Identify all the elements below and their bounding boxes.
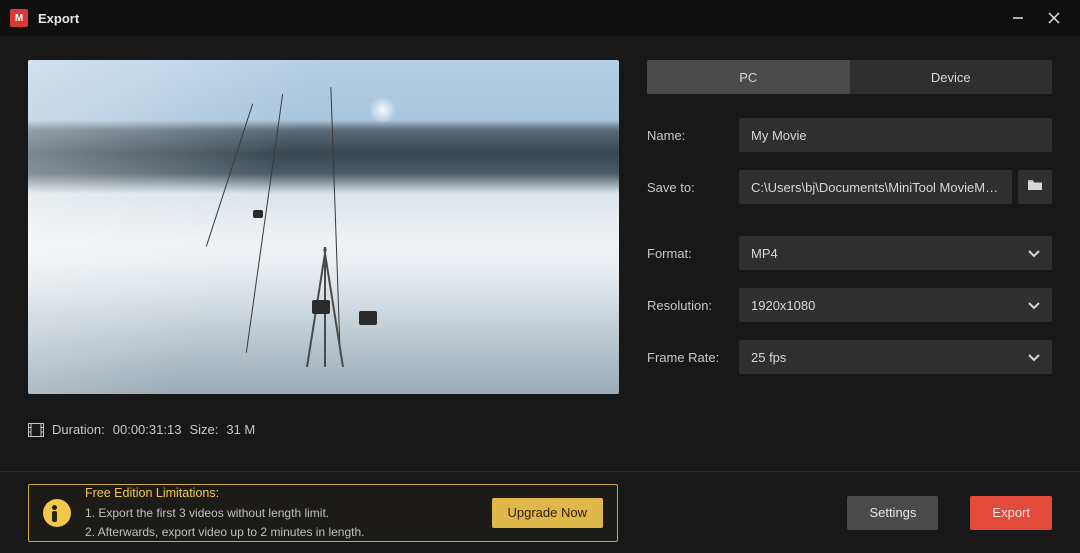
limitations-header: Free Edition Limitations: — [85, 485, 478, 502]
limitations-line-2: 2. Afterwards, export video up to 2 minu… — [85, 524, 478, 540]
limitations-box: Free Edition Limitations: 1. Export the … — [28, 484, 618, 542]
settings-button[interactable]: Settings — [847, 496, 938, 530]
info-icon — [43, 499, 71, 527]
size-value: 31 M — [226, 422, 255, 437]
close-button[interactable] — [1036, 0, 1072, 36]
tab-pc[interactable]: PC — [647, 60, 850, 94]
chevron-down-icon — [1028, 350, 1040, 365]
frame-rate-select[interactable]: 25 fps — [739, 340, 1052, 374]
frame-rate-value: 25 fps — [751, 350, 786, 365]
name-label: Name: — [647, 128, 725, 143]
app-icon: M — [10, 9, 28, 27]
resolution-label: Resolution: — [647, 298, 725, 313]
frame-rate-label: Frame Rate: — [647, 350, 725, 365]
browse-folder-button[interactable] — [1018, 170, 1052, 204]
titlebar: M Export — [0, 0, 1080, 36]
format-label: Format: — [647, 246, 725, 261]
video-preview — [28, 60, 619, 394]
video-meta: Duration: 00:00:31:13 Size: 31 M — [28, 422, 619, 437]
export-button[interactable]: Export — [970, 496, 1052, 530]
tab-device[interactable]: Device — [850, 60, 1053, 94]
minimize-button[interactable] — [1000, 0, 1036, 36]
size-label: Size: — [189, 422, 218, 437]
resolution-value: 1920x1080 — [751, 298, 815, 313]
format-select[interactable]: MP4 — [739, 236, 1052, 270]
upgrade-now-button[interactable]: Upgrade Now — [492, 498, 604, 528]
limitations-line-1: 1. Export the first 3 videos without len… — [85, 505, 478, 521]
name-input[interactable] — [739, 118, 1052, 152]
format-value: MP4 — [751, 246, 778, 261]
folder-icon — [1027, 178, 1043, 197]
window-title: Export — [38, 11, 79, 26]
chevron-down-icon — [1028, 246, 1040, 261]
save-to-input[interactable] — [739, 170, 1012, 204]
resolution-select[interactable]: 1920x1080 — [739, 288, 1052, 322]
chevron-down-icon — [1028, 298, 1040, 313]
duration-label: Duration: — [52, 422, 105, 437]
export-target-tabs: PC Device — [647, 60, 1052, 94]
film-icon — [28, 423, 44, 437]
save-to-label: Save to: — [647, 180, 725, 195]
duration-value: 00:00:31:13 — [113, 422, 182, 437]
